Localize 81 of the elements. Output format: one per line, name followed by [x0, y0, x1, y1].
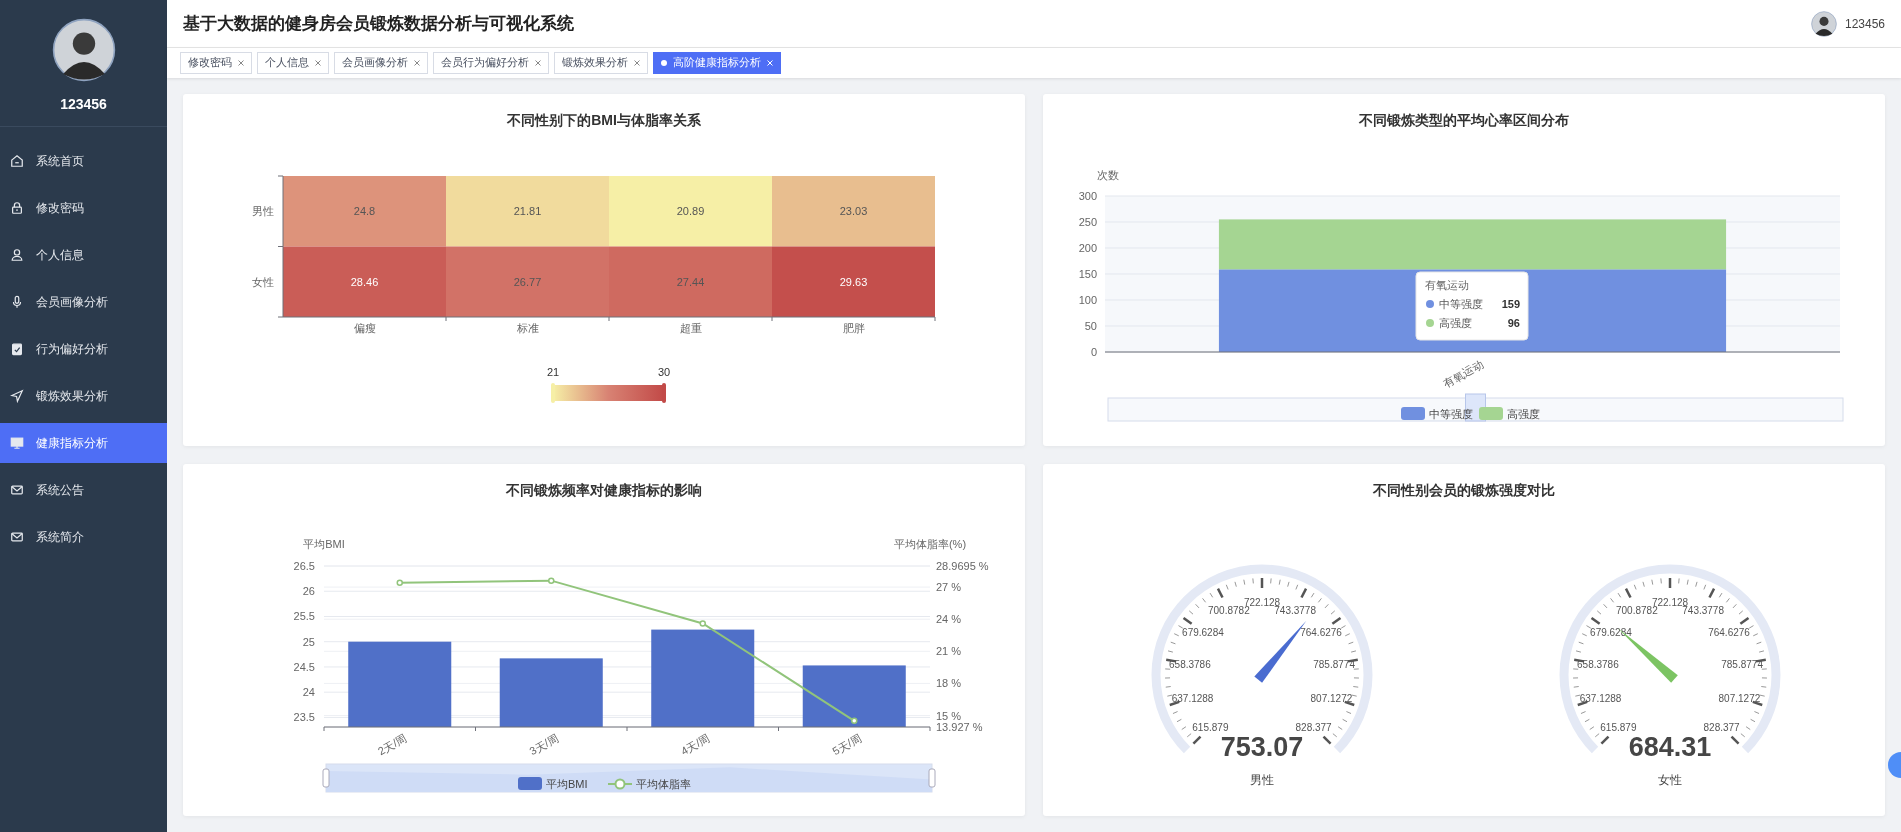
gauge-tick-label: 785.8774 [1721, 658, 1763, 670]
gauge-tick-label: 637.1288 [1579, 692, 1622, 704]
gauge-tick-label: 764.6276 [1300, 627, 1342, 639]
cell-value: 28.46 [350, 275, 379, 288]
gauge-tick-label: 637.1288 [1171, 692, 1214, 704]
axis-label: 150 [1078, 268, 1097, 280]
gauge-tick-label: 679.6284 [1590, 627, 1632, 639]
axis-label: 0 [1090, 346, 1097, 358]
gauge-tick-label: 615.879 [1600, 721, 1637, 733]
legend-label: 平均体脂率 [636, 778, 691, 790]
axis-label: 偏瘦 [353, 322, 376, 334]
username: 123456 [1844, 16, 1885, 31]
tooltip-value: 96 [1507, 317, 1520, 329]
axis-label: 3天/周 [527, 731, 561, 758]
axis-label: 25 [302, 635, 315, 648]
chart-title: 不同性别下的BMI与体脂率关系 [507, 112, 701, 130]
axis-label: 18 % [936, 677, 962, 690]
axis-label: 24 % [936, 613, 962, 626]
axis-label: 26.5 [293, 560, 315, 572]
gauge-tick-label: 807.1272 [1310, 692, 1353, 704]
gauge-tick-label: 615.879 [1192, 721, 1229, 733]
axis-title: 平均体脂率(%) [893, 538, 967, 550]
axis-label: 24 [302, 686, 315, 699]
chart-title: 不同锻炼频率对健康指标的影响 [506, 482, 702, 500]
tooltip-title: 有氧运动 [1425, 279, 1469, 291]
axis-label: 肥胖 [842, 322, 865, 334]
axis-label: 13.927 % [936, 721, 983, 733]
axis-label: 23.5 [293, 711, 315, 724]
gauge-tick-label: 828.377 [1295, 721, 1332, 733]
tooltip-label: 中等强度 [1439, 298, 1483, 310]
axis-label: 4天/周 [678, 731, 712, 758]
page-title: 基于大数据的健身房会员锻炼数据分析与可视化系统 [183, 13, 574, 35]
gauge-tick-label: 679.6284 [1182, 627, 1224, 639]
gauge-tick-label: 807.1272 [1718, 692, 1761, 704]
axis-label: 女性 [252, 275, 274, 288]
cell-value: 29.63 [839, 275, 868, 288]
axis-label: 超重 [679, 322, 702, 334]
cell-value: 27.44 [676, 275, 705, 288]
gauge-tick-label: 764.6276 [1708, 627, 1750, 639]
scale-label: 30 [657, 366, 671, 378]
chart-title: 不同锻炼类型的平均心率区间分布 [1359, 112, 1569, 130]
cell-value: 21.81 [513, 205, 542, 218]
gauge-tick-label: 785.8774 [1313, 658, 1355, 670]
gauge-value: 753.07 [1220, 732, 1304, 762]
axis-title: 平均BMI [303, 538, 345, 550]
cell-value: 24.8 [353, 205, 376, 218]
tooltip-value: 159 [1501, 298, 1520, 310]
legend-label: 中等强度 [1429, 408, 1473, 420]
legend-label: 高强度 [1507, 408, 1540, 420]
axis-label: 25.5 [293, 610, 315, 623]
axis-label: 男性 [252, 205, 274, 218]
axis-label: 300 [1078, 190, 1097, 202]
gauge-label: 女性 [1658, 773, 1682, 787]
scale-label: 21 [546, 366, 560, 378]
axis-title: 次数 [1097, 169, 1119, 181]
cell-value: 26.77 [513, 275, 542, 288]
axis-label: 标准 [516, 322, 539, 334]
tooltip-label: 高强度 [1439, 317, 1472, 329]
cell-value: 20.89 [676, 205, 705, 218]
username: 123456 [60, 96, 107, 112]
axis-label: 2天/周 [375, 731, 409, 758]
gauge-tick-label: 828.377 [1703, 721, 1740, 733]
axis-label: 26 [302, 585, 315, 598]
cell-value: 23.03 [839, 205, 868, 218]
axis-label: 24.5 [293, 660, 315, 673]
axis-label: 27 % [936, 581, 962, 594]
gauge-tick-label: 658.3786 [1577, 658, 1619, 670]
gauge-value: 684.31 [1628, 732, 1712, 762]
axis-label: 5天/周 [830, 731, 864, 758]
chart-title: 不同性别会员的锻炼强度对比 [1373, 482, 1555, 500]
axis-label: 50 [1084, 320, 1097, 332]
legend-label: 平均BMI [546, 778, 588, 790]
gauge-label: 男性 [1250, 773, 1274, 787]
axis-label: 21 % [936, 645, 962, 658]
axis-label: 100 [1078, 294, 1097, 306]
axis-label: 28.9695 % [936, 560, 989, 572]
axis-label: 有氧运动 [1441, 357, 1486, 390]
axis-label: 15 % [936, 709, 962, 722]
axis-label: 250 [1078, 216, 1097, 228]
gauge-tick-label: 658.3786 [1169, 658, 1211, 670]
axis-label: 200 [1078, 242, 1097, 254]
